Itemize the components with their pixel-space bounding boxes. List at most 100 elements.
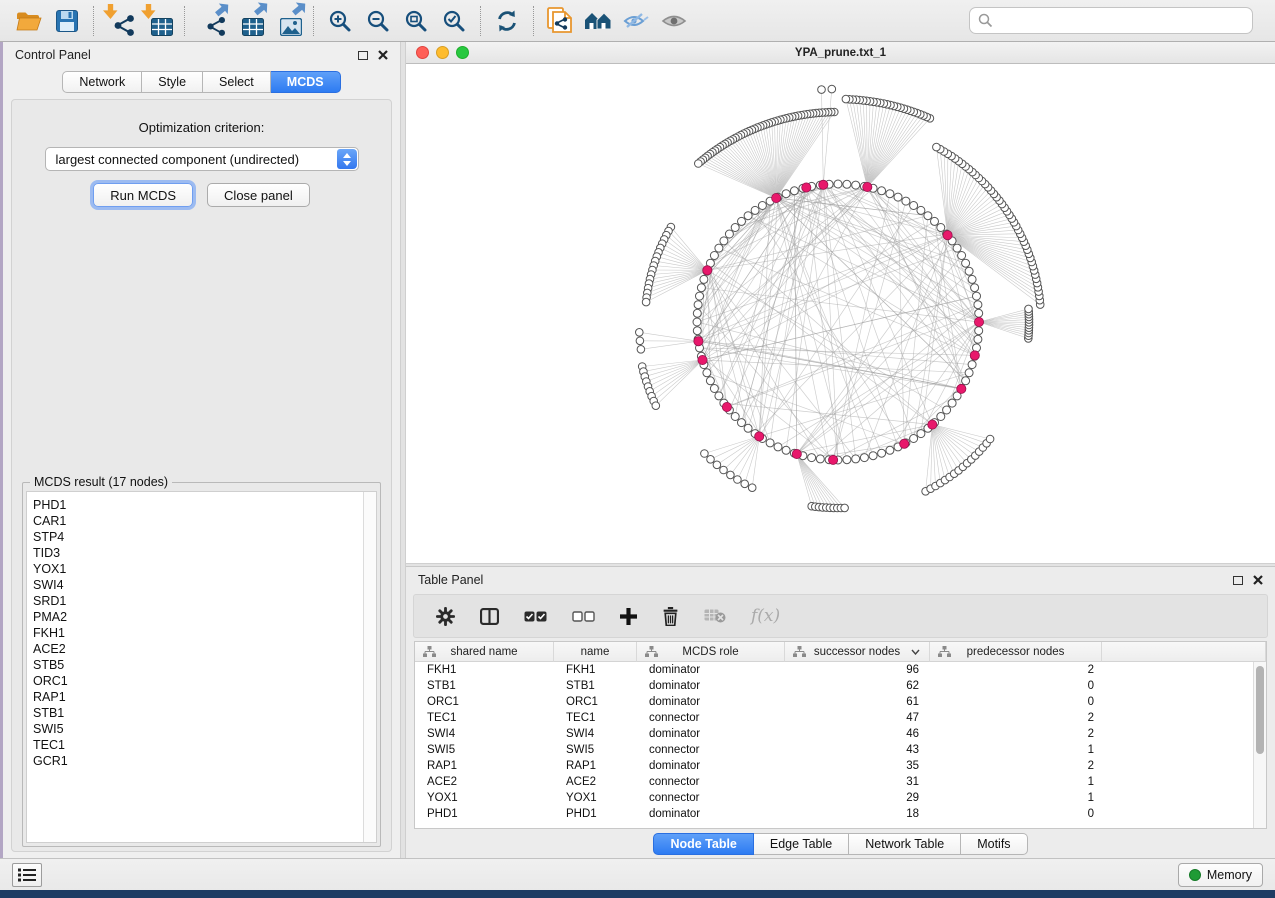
open-folder-icon <box>16 11 42 31</box>
show-all-button[interactable] <box>655 3 693 39</box>
table-row[interactable]: TEC1TEC1connector472 <box>415 710 1266 726</box>
float-panel-icon[interactable] <box>358 51 368 60</box>
table-row[interactable]: RAP1RAP1dominator352 <box>415 758 1266 774</box>
mcds-result-item[interactable]: STB5 <box>33 657 376 673</box>
mcds-result-item[interactable]: CAR1 <box>33 513 376 529</box>
mcds-result-item[interactable]: STP4 <box>33 529 376 545</box>
scrollbar-thumb[interactable] <box>1256 666 1264 754</box>
float-panel-icon[interactable] <box>1233 576 1243 585</box>
mcds-result-item[interactable]: PMA2 <box>33 609 376 625</box>
columns-icon[interactable] <box>480 608 499 625</box>
tab-node-table[interactable]: Node Table <box>653 833 753 855</box>
tab-mcds[interactable]: MCDS <box>271 71 341 93</box>
table-row[interactable]: ORC1ORC1dominator610 <box>415 694 1266 710</box>
minimize-window-icon[interactable] <box>436 46 449 59</box>
delete-column-icon[interactable] <box>662 607 679 626</box>
select-all-checkboxes-icon[interactable] <box>524 611 547 622</box>
mcds-result-item[interactable]: SRD1 <box>33 593 376 609</box>
mcds-result-item[interactable]: GCR1 <box>33 753 376 769</box>
mcds-result-item[interactable]: YOX1 <box>33 561 376 577</box>
mcds-result-list[interactable]: PHD1CAR1STP4TID3YOX1SWI4SRD1PMA2FKH1ACE2… <box>26 491 377 843</box>
control-panel-tabs: Network Style Select MCDS <box>3 68 400 99</box>
save-session-button[interactable] <box>48 3 86 39</box>
function-builder-icon[interactable]: f(x) <box>751 606 780 626</box>
mcds-result-item[interactable]: TEC1 <box>33 737 376 753</box>
search-input[interactable] <box>999 13 1244 28</box>
add-column-icon[interactable] <box>620 608 637 625</box>
table-cell: 31 <box>785 774 930 790</box>
search-box[interactable] <box>969 7 1253 34</box>
column-header-predecessor-nodes[interactable]: predecessor nodes <box>930 642 1102 662</box>
import-network-button[interactable] <box>101 3 139 39</box>
network-window-titlebar[interactable]: YPA_prune.txt_1 <box>406 42 1275 64</box>
task-history-button[interactable] <box>12 863 42 887</box>
export-image-button[interactable] <box>268 3 306 39</box>
table-row[interactable]: STB1STB1dominator620 <box>415 678 1266 694</box>
tab-edge-table[interactable]: Edge Table <box>754 833 849 855</box>
zoom-fit-icon <box>404 9 428 33</box>
tab-network-table[interactable]: Network Table <box>849 833 961 855</box>
export-network-button[interactable] <box>192 3 230 39</box>
column-header-shared-name[interactable]: shared name <box>415 642 554 662</box>
table-cell: PHD1 <box>554 806 637 822</box>
mcds-result-item[interactable]: TID3 <box>33 545 376 561</box>
duplicate-network-button[interactable] <box>541 3 579 39</box>
table-cell: 0 <box>930 806 1102 822</box>
close-panel-icon[interactable] <box>1253 575 1263 585</box>
mcds-result-item[interactable]: ACE2 <box>33 641 376 657</box>
zoom-in-button[interactable] <box>321 3 359 39</box>
table-row[interactable]: SWI4SWI4dominator462 <box>415 726 1266 742</box>
table-cell: 1 <box>930 742 1102 758</box>
tab-network[interactable]: Network <box>62 71 142 93</box>
network-graph[interactable] <box>406 64 1275 563</box>
column-header-name[interactable]: name <box>554 642 637 662</box>
mcds-result-item[interactable]: RAP1 <box>33 689 376 705</box>
mcds-result-item[interactable]: SWI5 <box>33 721 376 737</box>
mcds-list-scrollbar[interactable] <box>363 492 376 842</box>
hide-selected-button[interactable] <box>617 3 655 39</box>
tab-motifs[interactable]: Motifs <box>961 833 1027 855</box>
close-panel-icon[interactable] <box>378 50 388 60</box>
export-table-button[interactable] <box>230 3 268 39</box>
close-panel-button[interactable]: Close panel <box>207 183 310 207</box>
network-canvas[interactable] <box>406 64 1275 563</box>
tab-select[interactable]: Select <box>203 71 271 93</box>
memory-button[interactable]: Memory <box>1178 863 1263 887</box>
table-cell: connector <box>637 790 785 806</box>
mcds-result-item[interactable]: PHD1 <box>33 497 376 513</box>
table-row[interactable]: PHD1PHD1dominator180 <box>415 806 1266 822</box>
settings-gear-icon[interactable] <box>436 607 455 626</box>
mcds-result-item[interactable]: SWI4 <box>33 577 376 593</box>
column-header-mcds-role[interactable]: MCDS role <box>637 642 785 662</box>
table-cell: SWI5 <box>415 742 554 758</box>
mcds-result-item[interactable]: FKH1 <box>33 625 376 641</box>
node-attribute-icon <box>645 646 658 658</box>
table-row[interactable]: FKH1FKH1dominator962 <box>415 662 1266 678</box>
table-cell: ACE2 <box>554 774 637 790</box>
criterion-dropdown[interactable]: largest connected component (undirected) <box>45 147 359 171</box>
mcds-result-group: MCDS result (17 nodes) PHD1CAR1STP4TID3Y… <box>22 475 381 847</box>
table-row[interactable]: YOX1YOX1connector291 <box>415 790 1266 806</box>
deselect-all-checkboxes-icon[interactable] <box>572 611 595 622</box>
table-scrollbar[interactable] <box>1253 662 1266 828</box>
first-neighbors-button[interactable] <box>579 3 617 39</box>
zoom-selected-button[interactable] <box>435 3 473 39</box>
mcds-result-item[interactable]: ORC1 <box>33 673 376 689</box>
delete-table-icon[interactable] <box>704 609 726 623</box>
run-mcds-button[interactable]: Run MCDS <box>93 183 193 207</box>
import-table-button[interactable] <box>139 3 177 39</box>
maximize-window-icon[interactable] <box>456 46 469 59</box>
refresh-view-button[interactable] <box>488 3 526 39</box>
mcds-result-item[interactable]: STB1 <box>33 705 376 721</box>
column-header-successor-nodes[interactable]: successor nodes <box>785 642 930 662</box>
tab-style[interactable]: Style <box>142 71 203 93</box>
open-file-button[interactable] <box>10 3 48 39</box>
table-cell: connector <box>637 710 785 726</box>
zoom-out-button[interactable] <box>359 3 397 39</box>
table-panel: Table Panel <box>406 567 1275 858</box>
table-cell: dominator <box>637 694 785 710</box>
zoom-fit-button[interactable] <box>397 3 435 39</box>
table-row[interactable]: ACE2ACE2connector311 <box>415 774 1266 790</box>
table-row[interactable]: SWI5SWI5connector431 <box>415 742 1266 758</box>
close-window-icon[interactable] <box>416 46 429 59</box>
